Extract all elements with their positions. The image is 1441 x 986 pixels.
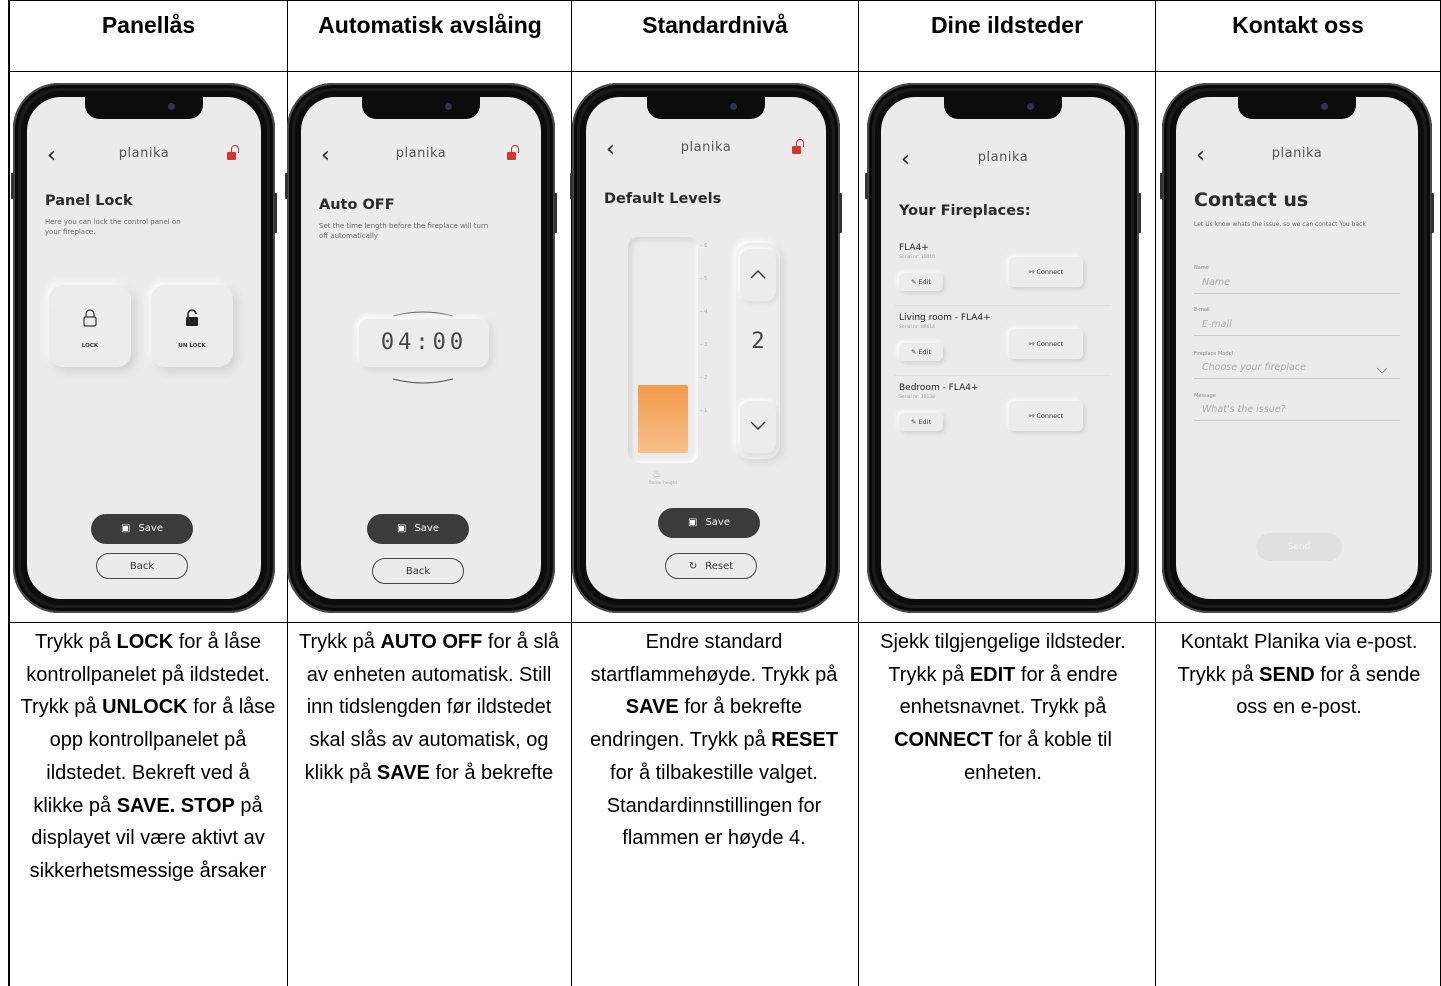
page-title: Auto OFF: [319, 197, 395, 213]
brand-logo: planika: [680, 140, 732, 155]
flame-level-fill: [638, 385, 688, 453]
description-panel-lock: Trykk på LOCK for å låse kontrollpanelet…: [20, 631, 276, 882]
app-screen: ‹ planika Auto OFF Set the time length b…: [301, 97, 541, 599]
fireplace-name: Living room - FLA4+: [899, 313, 991, 323]
phone-auto-off: ‹ planika Auto OFF Set the time length b…: [285, 83, 557, 613]
fireplace-serial: Serial nr: 10010: [899, 255, 936, 260]
description-default-levels: Endre standard startflammehøyde. Trykk p…: [590, 631, 838, 850]
description-contact-us: Kontakt Planika via e-post. Trykk på SEN…: [1177, 631, 1421, 719]
description-your-fireplaces: Sjekk tilgjengelige ildsteder. Trykk på …: [880, 631, 1126, 784]
edit-button[interactable]: ✎ Edit: [899, 343, 943, 361]
save-button[interactable]: ▣ Save: [367, 514, 469, 544]
flame-height-label: flame height: [648, 481, 678, 486]
lock-status-icon: [792, 139, 806, 155]
brand-logo: planika: [395, 146, 447, 161]
fireplace-name: FLA4+: [899, 243, 929, 253]
page-title: Your Fireplaces:: [899, 203, 1031, 219]
app-screen: ‹ planika Default Levels – 6– 5– 4– 3– 2…: [586, 97, 826, 599]
lock-button[interactable]: LOCK: [49, 285, 131, 367]
level-value: 2: [751, 329, 765, 354]
brand-logo: planika: [118, 146, 170, 161]
app-screen: ‹ planika Contact us Let Us know whats t…: [1176, 97, 1418, 599]
phone-panel-lock: ‹ planika Panel Lock Here you can lock t…: [11, 83, 277, 613]
scale-tick: – 1: [700, 408, 708, 414]
phone-default-levels: ‹ planika Default Levels – 6– 5– 4– 3– 2…: [570, 83, 842, 613]
lock-label: LOCK: [81, 343, 99, 349]
time-display[interactable]: 04:00: [359, 319, 489, 367]
level-up-button[interactable]: [740, 249, 776, 301]
reset-icon: ↻: [688, 561, 698, 572]
app-screen: ‹ planika Your Fireplaces: FLA4+ Serial …: [881, 97, 1125, 599]
unlock-label: UN LOCK: [178, 343, 206, 349]
connect-button[interactable]: ⚯ Connect: [1009, 401, 1083, 431]
name-label: Name: [1194, 265, 1209, 271]
fireplace-serial: Serial nr: 09614: [899, 325, 936, 330]
level-down-button[interactable]: [740, 401, 776, 453]
page-subtitle: Here you can lock the control panel on y…: [45, 218, 181, 236]
edit-button[interactable]: ✎ Edit: [899, 273, 943, 291]
fireplace-name: Bedroom - FLA4+: [899, 383, 979, 393]
time-down-chevron[interactable]: [392, 372, 454, 384]
send-button[interactable]: Send: [1256, 533, 1342, 561]
back-button[interactable]: Back: [96, 553, 188, 579]
unlock-button[interactable]: UN LOCK: [151, 285, 233, 367]
time-up-chevron[interactable]: [392, 303, 454, 317]
message-field[interactable]: What's the issue?: [1202, 404, 1286, 415]
brand-logo: planika: [1271, 146, 1323, 161]
save-icon: ▣: [121, 523, 131, 534]
flame-icon: ♨: [652, 467, 662, 480]
page-title: Contact us: [1194, 189, 1309, 211]
header-contact-us: Kontakt oss: [1232, 12, 1364, 38]
fireplace-serial: Serial nr: 10138: [899, 395, 936, 400]
reset-button[interactable]: ↻ Reset: [665, 553, 757, 579]
message-label: Message: [1194, 393, 1216, 399]
level-stepper: 2: [736, 243, 780, 459]
lock-status-icon: [227, 145, 241, 161]
header-your-fireplaces: Dine ildsteder: [930, 12, 1084, 38]
page-subtitle: Set the time length before the fireplace…: [319, 222, 489, 240]
scale-tick: – 3: [700, 342, 708, 348]
level-scale: – 6 – 5 – 4 – 3 – 2 – 1: [700, 237, 720, 463]
connect-button[interactable]: ⚯ Connect: [1009, 257, 1083, 287]
description-auto-off: Trykk på AUTO OFF for å slå av enheten a…: [298, 631, 560, 784]
save-button[interactable]: ▣ Save: [91, 514, 193, 544]
save-button[interactable]: ▣ Save: [658, 508, 760, 538]
header-default-levels: Standardnivå: [642, 12, 788, 38]
header-auto-off: Automatisk avslåing: [318, 12, 542, 38]
chevron-up-icon: [750, 270, 766, 279]
connect-button[interactable]: ⚯ Connect: [1009, 329, 1083, 359]
edit-button[interactable]: ✎ Edit: [899, 413, 943, 431]
scale-tick: – 6: [700, 243, 708, 249]
email-label: E-mail: [1194, 307, 1210, 313]
phone-contact-us: ‹ planika Contact us Let Us know whats t…: [1160, 83, 1434, 613]
page-title: Default Levels: [604, 191, 722, 207]
phone-your-fireplaces: ‹ planika Your Fireplaces: FLA4+ Serial …: [865, 83, 1141, 613]
lock-status-icon: [507, 145, 521, 161]
chevron-down-icon: [750, 421, 766, 430]
unlock-icon: [186, 309, 198, 326]
scale-tick: – 5: [700, 276, 708, 282]
model-label: Fireplace Model: [1194, 351, 1233, 357]
flame-level-gauge: [628, 237, 698, 463]
back-button[interactable]: Back: [372, 558, 464, 584]
brand-logo: planika: [977, 150, 1029, 165]
page-subtitle: Let Us know whats the issue, so we can c…: [1194, 221, 1366, 228]
header-panel-lock: Panellås: [101, 12, 196, 38]
scale-tick: – 2: [700, 375, 708, 381]
scale-tick: – 4: [700, 309, 708, 315]
app-screen: ‹ planika Panel Lock Here you can lock t…: [27, 97, 261, 599]
model-select[interactable]: Choose your fireplace: [1202, 362, 1306, 373]
save-icon: ▣: [688, 517, 698, 528]
name-field[interactable]: Name: [1202, 277, 1230, 288]
page-title: Panel Lock: [45, 193, 133, 209]
lock-open-outline-icon: [83, 309, 97, 327]
chevron-down-icon: [1376, 367, 1388, 374]
email-field[interactable]: E-mail: [1202, 319, 1232, 330]
save-icon: ▣: [397, 523, 407, 534]
